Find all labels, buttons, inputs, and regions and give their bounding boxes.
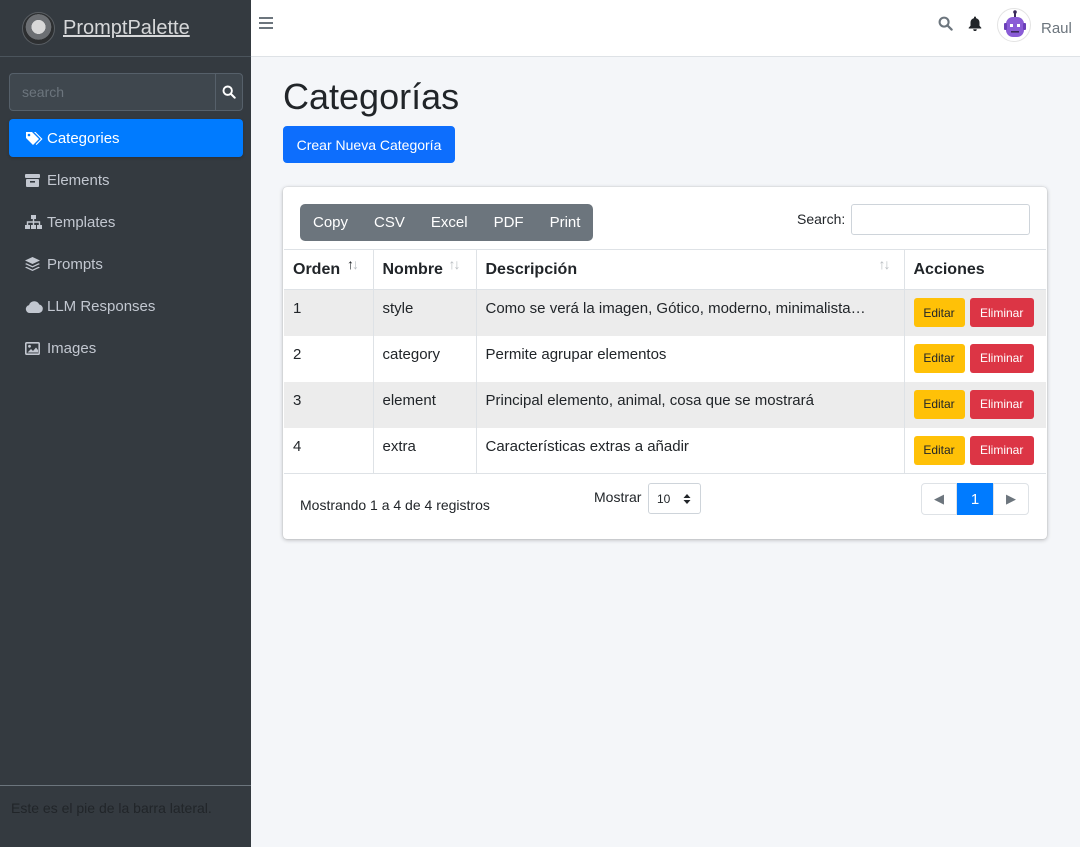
page-1-button[interactable]: 1 [957, 483, 993, 515]
delete-button[interactable]: Eliminar [969, 435, 1034, 465]
cell-orden: 3 [284, 381, 374, 428]
sidebar-item-prompts[interactable]: Prompts [9, 245, 243, 283]
search-icon[interactable] [938, 16, 953, 31]
cell-descripcion: Permite agrupar elementos [476, 335, 905, 382]
column-header-orden[interactable]: Orden ↑↓ [284, 249, 374, 290]
sidebar-item-elements[interactable]: Elements [9, 161, 243, 199]
edit-button[interactable]: Editar [913, 298, 965, 327]
table-info: Mostrando 1 a 4 de 4 registros [300, 497, 490, 513]
page-title: Categorías [283, 76, 460, 117]
menu-toggle-icon[interactable] [259, 16, 273, 30]
sidebar-item-label: Prompts [47, 255, 103, 273]
cell-descripcion: Como se verá la imagen, Gótico, moderno,… [476, 289, 905, 336]
cell-nombre: style [373, 289, 477, 336]
layer-group-icon [25, 257, 43, 271]
sidebar-item-label: Elements [47, 171, 110, 189]
table-row: 1 style Como se verá la imagen, Gótico, … [284, 289, 1046, 336]
sidebar-item-label: LLM Responses [47, 297, 156, 315]
topbar: Raul [251, 0, 1080, 57]
cell-nombre: category [373, 335, 477, 382]
cell-acciones: Editar Eliminar [904, 290, 1046, 336]
sidebar-search-input[interactable] [9, 73, 215, 111]
page-length-label: Mostrar [594, 489, 642, 505]
table-search-input[interactable] [851, 204, 1030, 235]
sidebar-item-images[interactable]: Images [9, 329, 243, 367]
cell-orden: 4 [284, 427, 374, 474]
cell-orden: 2 [284, 335, 374, 382]
avatar[interactable] [997, 8, 1031, 42]
cell-nombre: element [373, 381, 477, 428]
sidebar-footer: Este es el pie de la barra lateral. [0, 785, 251, 847]
categories-table: Orden ↑↓ Nombre ↑↓ Descripción ↑↓ Acciones … [284, 249, 1046, 474]
column-header-nombre[interactable]: Nombre ↑↓ [373, 249, 477, 290]
categories-card: Copy CSV Excel PDF Print Search: Orden ↑↓… [283, 187, 1047, 539]
sidebar-search [9, 73, 243, 111]
delete-button[interactable]: Eliminar [969, 343, 1034, 373]
brand[interactable]: PromptPalette [0, 0, 251, 57]
sidebar-item-label: Categories [47, 129, 120, 147]
sidebar-item-categories[interactable]: Categories [9, 119, 243, 157]
pagination: ◀ 1 ▶ [921, 483, 1029, 515]
brand-name[interactable]: PromptPalette [63, 17, 190, 40]
cell-orden: 1 [284, 289, 374, 336]
page-length-value: 10 [657, 491, 671, 506]
bell-icon[interactable] [968, 16, 982, 31]
delete-button[interactable]: Eliminar [969, 298, 1034, 327]
table-row: 3 element Principal elemento, animal, co… [284, 381, 1046, 428]
sort-icon: ↑↓ [448, 256, 461, 272]
sidebar-search-button[interactable] [215, 73, 243, 111]
cell-acciones: Editar Eliminar [904, 336, 1046, 382]
sidebar-nav: Categories Elements Templates Prompts LL… [0, 119, 251, 367]
table-search-label: Search: [797, 211, 846, 227]
tags-icon [25, 131, 43, 146]
pdf-button[interactable]: PDF [481, 204, 537, 241]
print-button[interactable]: Print [537, 204, 594, 241]
sidebar-item-templates[interactable]: Templates [9, 203, 243, 241]
sidebar-item-llm-responses[interactable]: LLM Responses [9, 287, 243, 325]
csv-button[interactable]: CSV [361, 204, 418, 241]
edit-button[interactable]: Editar [913, 389, 965, 419]
select-arrows-icon [683, 493, 691, 504]
table-row: 4 extra Características extras a añadir … [284, 427, 1046, 474]
previous-page-button[interactable]: ◀ [921, 483, 957, 515]
cell-nombre: extra [373, 427, 477, 474]
sidebar-item-label: Images [47, 339, 97, 357]
cell-descripcion: Características extras a añadir [476, 427, 905, 474]
sidebar: PromptPalette Categories Elements Templa… [0, 0, 251, 847]
next-page-button[interactable]: ▶ [993, 483, 1029, 515]
image-icon [25, 341, 43, 355]
column-header-acciones: Acciones [904, 249, 1046, 290]
edit-button[interactable]: Editar [913, 435, 965, 465]
column-header-descripcion[interactable]: Descripción ↑↓ [476, 249, 905, 290]
username[interactable]: Raul [1041, 20, 1072, 37]
cell-descripcion: Principal elemento, animal, cosa que se … [476, 381, 905, 428]
search-icon [222, 85, 236, 99]
copy-button[interactable]: Copy [300, 204, 361, 241]
boxes-icon [25, 173, 43, 187]
page-length-select[interactable]: 10 [648, 483, 701, 514]
excel-button[interactable]: Excel [418, 204, 481, 241]
table-row: 2 category Permite agrupar elementos Edi… [284, 335, 1046, 382]
cell-acciones: Editar Eliminar [904, 382, 1046, 428]
sitemap-icon [25, 215, 43, 229]
table-header-row: Orden ↑↓ Nombre ↑↓ Descripción ↑↓ Acciones [284, 249, 1046, 290]
cloud-icon [25, 300, 43, 313]
sort-asc-icon: ↑↓ [347, 256, 359, 272]
sidebar-item-label: Templates [47, 213, 116, 231]
sort-icon: ↑↓ [878, 256, 891, 272]
edit-button[interactable]: Editar [913, 343, 965, 373]
cell-acciones: Editar Eliminar [904, 427, 1046, 474]
create-category-button[interactable]: Crear Nueva Categoría [283, 126, 455, 163]
delete-button[interactable]: Eliminar [969, 389, 1034, 419]
brand-logo [22, 11, 55, 45]
export-button-group: Copy CSV Excel PDF Print [300, 204, 594, 241]
